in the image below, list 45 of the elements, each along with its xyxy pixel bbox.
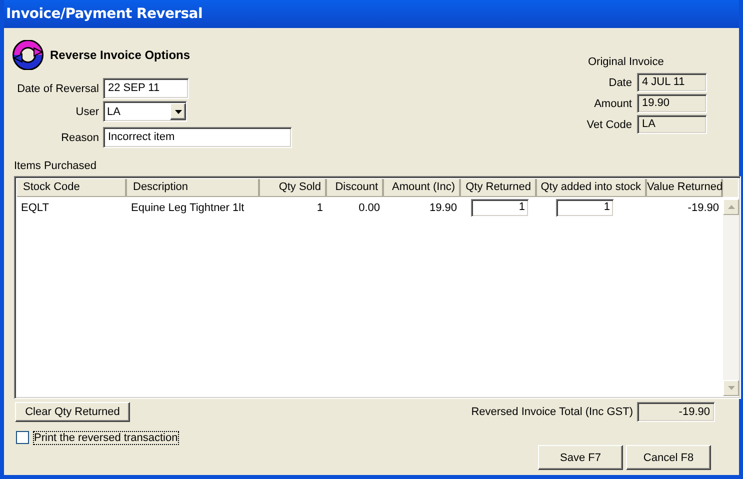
input-field[interactable]: Incorrect item — [103, 127, 292, 148]
table-title: Items Purchased — [14, 160, 98, 172]
up-arrow-icon — [728, 205, 734, 209]
table-cell-text: Equine Leg Tightner 1lt — [130, 202, 246, 214]
field-label: User — [76, 106, 99, 118]
column-header[interactable]: Value Returned — [647, 179, 723, 197]
scroll-up-button[interactable] — [723, 199, 739, 215]
scrollbar[interactable] — [723, 199, 739, 396]
field-label: Date of Reversal — [17, 82, 99, 94]
field-label: Amount — [594, 98, 632, 110]
field-label: Date — [608, 76, 632, 88]
table-cell-text: -19.90 — [686, 202, 720, 214]
table-cell-text: 19.90 — [428, 202, 458, 214]
field-label: Vet Code — [586, 118, 632, 130]
scroll-down-button[interactable] — [723, 380, 739, 396]
column-header[interactable]: Description — [127, 179, 260, 197]
column-header[interactable]: Stock Code — [17, 179, 127, 197]
column-header[interactable]: Qty Returned — [461, 179, 537, 197]
table-cell-text: 1 — [316, 202, 324, 214]
table-cell-text: 0.00 — [358, 202, 381, 214]
total-label: Reversed Invoice Total (Inc GST) — [471, 406, 633, 418]
qty-input[interactable]: 1 — [471, 198, 529, 216]
dialog-button[interactable]: Cancel F8 — [626, 445, 711, 470]
window-title: Invoice/Payment Reversal — [6, 6, 202, 22]
readonly-field: 4 JUL 11 — [637, 73, 707, 92]
section-title: Reverse Invoice Options — [50, 48, 190, 62]
qty-input[interactable]: 1 — [556, 198, 614, 216]
column-header[interactable]: Qty Sold — [260, 179, 327, 197]
date-field[interactable]: 22 SEP 11 — [103, 78, 189, 99]
user-dropdown[interactable]: LA — [103, 101, 187, 122]
column-header[interactable]: Qty added into stock — [537, 179, 647, 197]
field-label: Reason — [61, 132, 99, 144]
group-title: Original Invoice — [588, 56, 665, 68]
checkbox-label[interactable]: Print the reversed transaction — [34, 432, 178, 444]
circular-arrows-icon — [12, 40, 44, 70]
total-field: -19.90 — [637, 402, 715, 422]
down-arrow-icon — [728, 386, 734, 390]
readonly-field: 19.90 — [637, 94, 707, 113]
column-header[interactable]: Discount — [327, 179, 384, 197]
dialog-button[interactable]: Save F7 — [538, 445, 623, 470]
clear-qty-returned-button[interactable]: Clear Qty Returned — [15, 402, 130, 422]
readonly-field: LA — [637, 115, 707, 134]
checkbox[interactable] — [16, 431, 29, 444]
column-header[interactable]: Amount (Inc) — [384, 179, 461, 197]
table-cell-text: EQLT — [20, 202, 50, 214]
